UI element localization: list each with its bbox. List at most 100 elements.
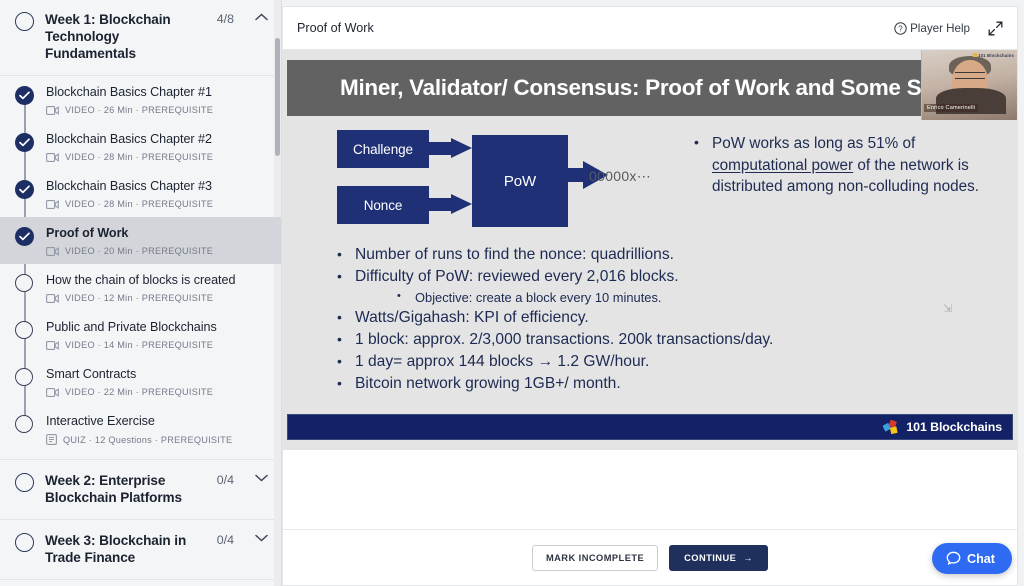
lesson-item-public-and-private-blockchains[interactable]: Public and Private Blockchains VIDEO · 1… — [0, 311, 281, 358]
presentation-slide: Miner, Validator/ Consensus: Proof of Wo… — [283, 50, 1017, 450]
lesson-meta-text: VIDEO · 22 Min · PREREQUISITE — [65, 387, 214, 397]
lesson-meta: VIDEO · 28 Min · PREREQUISITE — [46, 152, 269, 162]
chevron-up-icon[interactable] — [253, 13, 269, 21]
sidebar-scroll-area[interactable]: Week 1: Blockchain Technology Fundamenta… — [0, 0, 281, 586]
video-icon — [46, 152, 59, 162]
lesson-status-completed-icon — [15, 227, 34, 246]
lesson-item-blockchain-basics-chapter-1[interactable]: Blockchain Basics Chapter #1 VIDEO · 26 … — [0, 76, 281, 123]
slide-right-bullets: PoW works as long as 51% of computationa… — [688, 132, 988, 198]
sidebar-section-week-2[interactable]: Week 2: Enterprise Blockchain Platforms … — [0, 459, 281, 520]
chat-bubble-icon — [946, 551, 961, 566]
slide-sub-bullet-item: Objective: create a block every 10 minut… — [391, 287, 993, 307]
slide-bullet-item: Difficulty of PoW: reviewed every 2,016 … — [329, 265, 993, 307]
blockchains-logo-icon — [883, 419, 901, 435]
page-title: Proof of Work — [297, 21, 374, 35]
lesson-meta: VIDEO · 20 Min · PREREQUISITE — [46, 246, 269, 256]
lesson-title: Blockchain Basics Chapter #2 — [46, 132, 212, 146]
lesson-title: Blockchain Basics Chapter #3 — [46, 179, 212, 193]
video-icon — [46, 387, 59, 397]
video-icon — [46, 293, 59, 303]
lesson-title: Smart Contracts — [46, 367, 137, 381]
chat-label: Chat — [967, 551, 995, 566]
diagram-box-challenge: Challenge — [337, 130, 429, 168]
slide-bullet-item: 1 block: approx. 2/3,000 transactions. 2… — [329, 328, 993, 351]
lesson-title: How the chain of blocks is created — [46, 273, 236, 287]
diagram-output-hash: 00000x⋯ — [589, 168, 652, 184]
lesson-meta: QUIZ · 12 Questions · PREREQUISITE — [46, 434, 269, 445]
lesson-meta-text: VIDEO · 20 Min · PREREQUISITE — [65, 246, 214, 256]
presenter-glasses — [955, 72, 985, 79]
lesson-meta-text: VIDEO · 28 Min · PREREQUISITE — [65, 199, 214, 209]
mouse-cursor-artifact: ⇲ — [943, 303, 953, 315]
chat-widget-button[interactable]: Chat — [932, 543, 1012, 574]
lesson-item-interactive-exercise[interactable]: Interactive Exercise QUIZ · 12 Questions… — [0, 405, 281, 453]
pow-flow-diagram: Challenge Nonce PoW 00000x⋯ — [337, 128, 697, 238]
lesson-status-completed-icon — [15, 86, 34, 105]
lesson-item-how-the-chain-of-blocks-is-created[interactable]: How the chain of blocks is created VIDEO… — [0, 264, 281, 311]
diagram-box-pow: PoW — [472, 135, 568, 227]
chevron-down-icon[interactable] — [253, 474, 269, 482]
question-circle-icon: ? — [894, 21, 907, 35]
continue-button[interactable]: CONTINUE → — [669, 544, 769, 571]
brand-lockup: 101 Blockchains — [883, 419, 1002, 435]
mark-incomplete-button[interactable]: MARK INCOMPLETE — [531, 544, 659, 571]
slide-bullet-text: Difficulty of PoW: reviewed every 2,016 … — [355, 268, 679, 286]
right-bullet-item: PoW works as long as 51% of computationa… — [688, 132, 988, 198]
continue-label: CONTINUE — [684, 552, 737, 563]
video-icon — [46, 105, 59, 115]
lesson-meta-text: QUIZ · 12 Questions · PREREQUISITE — [63, 434, 233, 445]
lesson-item-proof-of-work[interactable]: Proof of Work VIDEO · 20 Min · PREREQUIS… — [0, 217, 281, 264]
right-bullet-pre: PoW works as long as 51% of — [712, 135, 916, 152]
course-player-page: Week 1: Blockchain Technology Fundamenta… — [0, 0, 1024, 586]
lesson-item-blockchain-basics-chapter-2[interactable]: Blockchain Basics Chapter #2 VIDEO · 28 … — [0, 123, 281, 170]
right-bullet-underlined: computational power — [712, 156, 854, 174]
chevron-down-icon[interactable] — [253, 534, 269, 542]
lesson-status-incomplete-icon — [15, 274, 34, 293]
diagram-box-nonce: Nonce — [337, 186, 429, 224]
sidebar-section-week-4[interactable]: Week 4: Blockchain Applications & Use Ca… — [0, 580, 281, 586]
sidebar-section-week-3[interactable]: Week 3: Blockchain in Trade Finance 0/4 — [0, 520, 281, 580]
sidebar-section-week-1[interactable]: Week 1: Blockchain Technology Fundamenta… — [0, 0, 281, 76]
slide-bullet-item: Watts/Gigahash: KPI of efficiency. — [329, 306, 993, 329]
slide-sub-bullets: Objective: create a block every 10 minut… — [391, 287, 993, 307]
arrow-right-icon: → — [743, 552, 754, 563]
brand-name: 101 Blockchains — [906, 420, 1002, 434]
lesson-title: Interactive Exercise — [46, 414, 155, 428]
video-icon — [46, 340, 59, 350]
lesson-meta: VIDEO · 12 Min · PREREQUISITE — [46, 293, 269, 303]
slide-bullet-item: Bitcoin network growing 1GB+/ month. — [329, 372, 993, 395]
lesson-meta-text: VIDEO · 26 Min · PREREQUISITE — [65, 105, 214, 115]
lesson-meta: VIDEO · 14 Min · PREREQUISITE — [46, 340, 269, 350]
slide-bullet-item: Number of runs to find the nonce: quadri… — [329, 243, 993, 266]
lesson-title: Proof of Work — [46, 226, 129, 240]
lesson-status-incomplete-icon — [15, 415, 34, 434]
presenter-name-label: Enrico Camerinelli — [924, 104, 979, 112]
lesson-status-completed-icon — [15, 180, 34, 199]
sidebar-section-progress-count: 0/4 — [216, 533, 234, 547]
player-help-button[interactable]: ? Player Help — [894, 22, 970, 35]
webcam-watermark: 101 Blockchains — [973, 53, 1014, 58]
lesson-item-blockchain-basics-chapter-3[interactable]: Blockchain Basics Chapter #3 VIDEO · 28 … — [0, 170, 281, 217]
player-header: Proof of Work ? Player Help — [283, 7, 1017, 50]
slide-main-bullets: Number of runs to find the nonce: quadri… — [329, 243, 993, 396]
lesson-meta: VIDEO · 28 Min · PREREQUISITE — [46, 199, 269, 209]
lesson-item-smart-contracts[interactable]: Smart Contracts VIDEO · 22 Min · PREREQU… — [0, 358, 281, 405]
lesson-action-bar: MARK INCOMPLETE CONTINUE → — [283, 529, 1017, 585]
sidebar-section-title: Week 2: Enterprise Blockchain Platforms — [45, 473, 182, 505]
slide-footer-bar: 101 Blockchains — [287, 414, 1013, 440]
slide-heading: Miner, Validator/ Consensus: Proof of Wo… — [340, 75, 961, 100]
lesson-meta-text: VIDEO · 12 Min · PREREQUISITE — [65, 293, 214, 303]
lesson-list-week-1: Blockchain Basics Chapter #1 VIDEO · 26 … — [0, 76, 281, 459]
fullscreen-expand-icon[interactable] — [988, 21, 1003, 36]
slide-viewer[interactable]: Miner, Validator/ Consensus: Proof of Wo… — [283, 50, 1017, 450]
lesson-player-panel: Proof of Work ? Player Help Miner, Valid… — [282, 6, 1018, 586]
section-status-circle-icon — [15, 473, 34, 492]
main-content-area: Proof of Work ? Player Help Miner, Valid… — [282, 0, 1024, 586]
lesson-status-completed-icon — [15, 133, 34, 152]
sidebar-section-title: Week 3: Blockchain in Trade Finance — [45, 533, 187, 565]
slide-bullet-item: 1 day= approx 144 blocks → 1.2 GW/hour. — [329, 350, 993, 373]
lesson-title: Public and Private Blockchains — [46, 320, 217, 334]
lesson-meta-text: VIDEO · 14 Min · PREREQUISITE — [65, 340, 214, 350]
lesson-status-incomplete-icon — [15, 321, 34, 340]
course-curriculum-sidebar: Week 1: Blockchain Technology Fundamenta… — [0, 0, 282, 586]
